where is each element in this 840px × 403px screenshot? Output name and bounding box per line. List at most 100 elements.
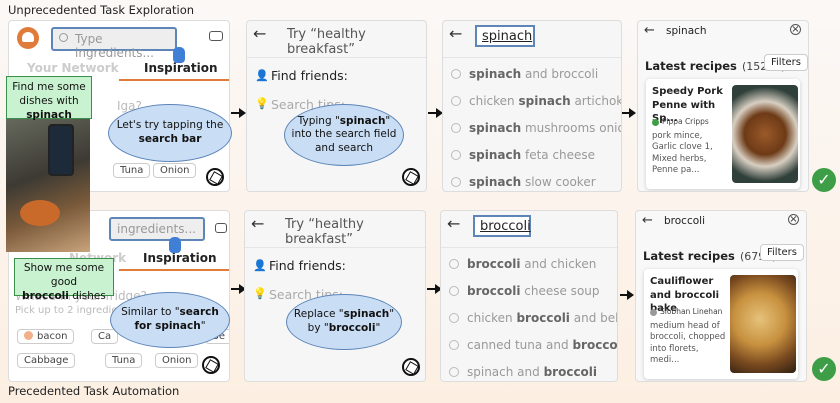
search-placeholder[interactable]: Try “healthy breakfast” bbox=[285, 217, 425, 247]
assistant-logo-icon bbox=[202, 356, 220, 374]
user-speech-bubble-1: Find me some dishes with spinach bbox=[6, 76, 92, 121]
filters-button[interactable]: Filters bbox=[760, 244, 804, 261]
recipe-author: Pippa Cripps bbox=[662, 117, 709, 126]
author-avatar bbox=[650, 309, 657, 316]
flow-arrow bbox=[231, 284, 246, 294]
tab-underline bbox=[119, 269, 229, 271]
success-check-icon: ✓ bbox=[812, 357, 836, 381]
bottom-section-label: Precedented Task Automation bbox=[8, 384, 180, 398]
cloud-text: Let's try tapping the bbox=[116, 119, 224, 132]
flow-arrow bbox=[427, 284, 442, 294]
assistant-logo-icon bbox=[206, 168, 224, 186]
recipe-author: Siobhan Linehan bbox=[660, 307, 723, 316]
search-icon bbox=[449, 286, 459, 296]
chip-onion[interactable]: Onion bbox=[155, 353, 199, 368]
app-logo-icon bbox=[17, 27, 39, 49]
filters-button[interactable]: Filters bbox=[764, 54, 808, 71]
results-heading: Latest recipes (6798) bbox=[643, 249, 777, 263]
recipe-description: pork mince, Garlic clove 1, Mixed herbs,… bbox=[652, 131, 713, 176]
tab-inspiration[interactable]: Inspiration bbox=[144, 61, 218, 75]
suggestion-item[interactable]: spinach slow cooker bbox=[451, 175, 596, 189]
person-icon: 👤 bbox=[253, 259, 267, 272]
flow-arrow bbox=[428, 108, 443, 118]
chip-onion[interactable]: Onion bbox=[153, 163, 197, 178]
search-bar[interactable]: Type ingredients... bbox=[51, 27, 177, 60]
search-icon bbox=[59, 33, 68, 42]
search-bar[interactable]: ingredients... bbox=[109, 217, 205, 241]
suggestion-item[interactable]: broccoli and chicken bbox=[449, 257, 596, 271]
suggestion-item[interactable]: chicken spinach artichoke bbox=[451, 94, 621, 108]
search-icon bbox=[451, 123, 461, 133]
food-on-board bbox=[20, 200, 60, 226]
chat-icon[interactable] bbox=[215, 223, 227, 233]
recipe-card[interactable]: Speedy Pork Penne with Sp... Pippa Cripp… bbox=[646, 79, 800, 189]
phone-icon bbox=[48, 124, 74, 176]
tap-hand-icon bbox=[173, 47, 185, 63]
cloud-bold: search bar bbox=[138, 133, 202, 145]
tab-underline bbox=[119, 79, 229, 81]
back-arrow-icon[interactable]: ← bbox=[642, 213, 653, 228]
thought-cloud-3: Similar to "search for spinach" bbox=[110, 292, 230, 348]
tap-hand-icon bbox=[169, 237, 181, 253]
flow-arrow bbox=[620, 290, 634, 300]
assistant-logo-icon bbox=[402, 358, 420, 376]
search-icon bbox=[451, 150, 461, 160]
suggestion-item[interactable]: canned tuna and broccoli bbox=[449, 338, 617, 352]
results-query: broccoli bbox=[664, 215, 705, 227]
chip-tuna[interactable]: Tuna bbox=[105, 353, 143, 368]
search-input[interactable]: broccoli bbox=[473, 215, 531, 237]
suggestion-item[interactable]: chicken broccoli and bell pe bbox=[449, 311, 617, 325]
results-query: spinach bbox=[666, 25, 707, 37]
top-section-label: Unprecedented Task Exploration bbox=[8, 3, 195, 17]
assistant-logo-icon bbox=[402, 168, 420, 186]
search-placeholder[interactable]: Try “healthy breakfast” bbox=[287, 27, 426, 57]
back-arrow-icon[interactable]: ← bbox=[447, 214, 460, 233]
chat-icon[interactable] bbox=[209, 31, 223, 41]
chip-cabbage[interactable]: Cabbage bbox=[17, 353, 76, 368]
tab-your-network[interactable]: Your Network bbox=[27, 61, 119, 75]
results-panel-1: ← spinach × Latest recipes (15269) Filte… bbox=[637, 20, 809, 192]
suggestions-panel-2: ← broccoli broccoli and chicken broccoli… bbox=[440, 210, 618, 382]
search-icon bbox=[451, 96, 461, 106]
search-placeholder: Type ingredients... bbox=[75, 32, 154, 60]
user-speech-bubble-2: Show me some good broccoli dishes bbox=[14, 258, 114, 302]
chip-bacon[interactable]: bacon bbox=[17, 329, 75, 344]
suggestion-item[interactable]: spinach and broccoli bbox=[451, 67, 598, 81]
search-icon bbox=[449, 313, 459, 323]
tab-inspiration[interactable]: Inspiration bbox=[143, 251, 217, 265]
back-arrow-icon[interactable]: ← bbox=[253, 24, 266, 43]
recipe-image bbox=[730, 275, 796, 373]
clear-icon[interactable]: × bbox=[788, 214, 799, 225]
recipe-description: medium head of broccoli, chopped into fl… bbox=[650, 321, 726, 366]
clear-icon[interactable]: × bbox=[790, 24, 801, 35]
back-arrow-icon[interactable]: ← bbox=[449, 24, 462, 43]
suggestions-panel-1: ← spinach spinach and broccoli chicken s… bbox=[442, 20, 622, 192]
bulb-icon: 💡 bbox=[255, 97, 269, 110]
flow-arrow bbox=[231, 108, 246, 118]
flow-arrow bbox=[622, 108, 636, 118]
person-icon: 👤 bbox=[255, 69, 269, 82]
success-check-icon: ✓ bbox=[812, 168, 836, 192]
find-friends-label: Find friends: bbox=[271, 68, 348, 83]
back-arrow-icon[interactable]: ← bbox=[251, 214, 264, 233]
search-icon bbox=[451, 177, 461, 187]
thought-cloud-1: Let's try tapping the search bar bbox=[108, 104, 232, 162]
thought-cloud-2: Typing "spinach" into the search field and… bbox=[284, 104, 404, 166]
back-arrow-icon[interactable]: ← bbox=[644, 23, 655, 38]
suggestion-item[interactable]: spinach mushrooms onions bbox=[451, 121, 621, 135]
search-icon bbox=[449, 259, 459, 269]
search-icon bbox=[449, 340, 459, 350]
suggestion-item[interactable]: spinach and broccoli bbox=[449, 365, 597, 379]
recipe-image bbox=[732, 85, 798, 183]
user-cooking-photo bbox=[6, 110, 90, 252]
search-input[interactable]: spinach bbox=[475, 25, 535, 47]
suggestion-item[interactable]: spinach feta cheese bbox=[451, 148, 595, 162]
bulb-icon: 💡 bbox=[253, 287, 267, 300]
suggestion-item[interactable]: broccoli cheese soup bbox=[449, 284, 600, 298]
chip-tuna[interactable]: Tuna bbox=[113, 163, 151, 178]
recipe-card[interactable]: Cauliflower and broccoli bake Siobhan Li… bbox=[644, 269, 798, 379]
search-icon bbox=[449, 367, 459, 377]
find-friends-label: Find friends: bbox=[269, 258, 346, 273]
search-icon bbox=[451, 69, 461, 79]
author-avatar bbox=[652, 119, 659, 126]
